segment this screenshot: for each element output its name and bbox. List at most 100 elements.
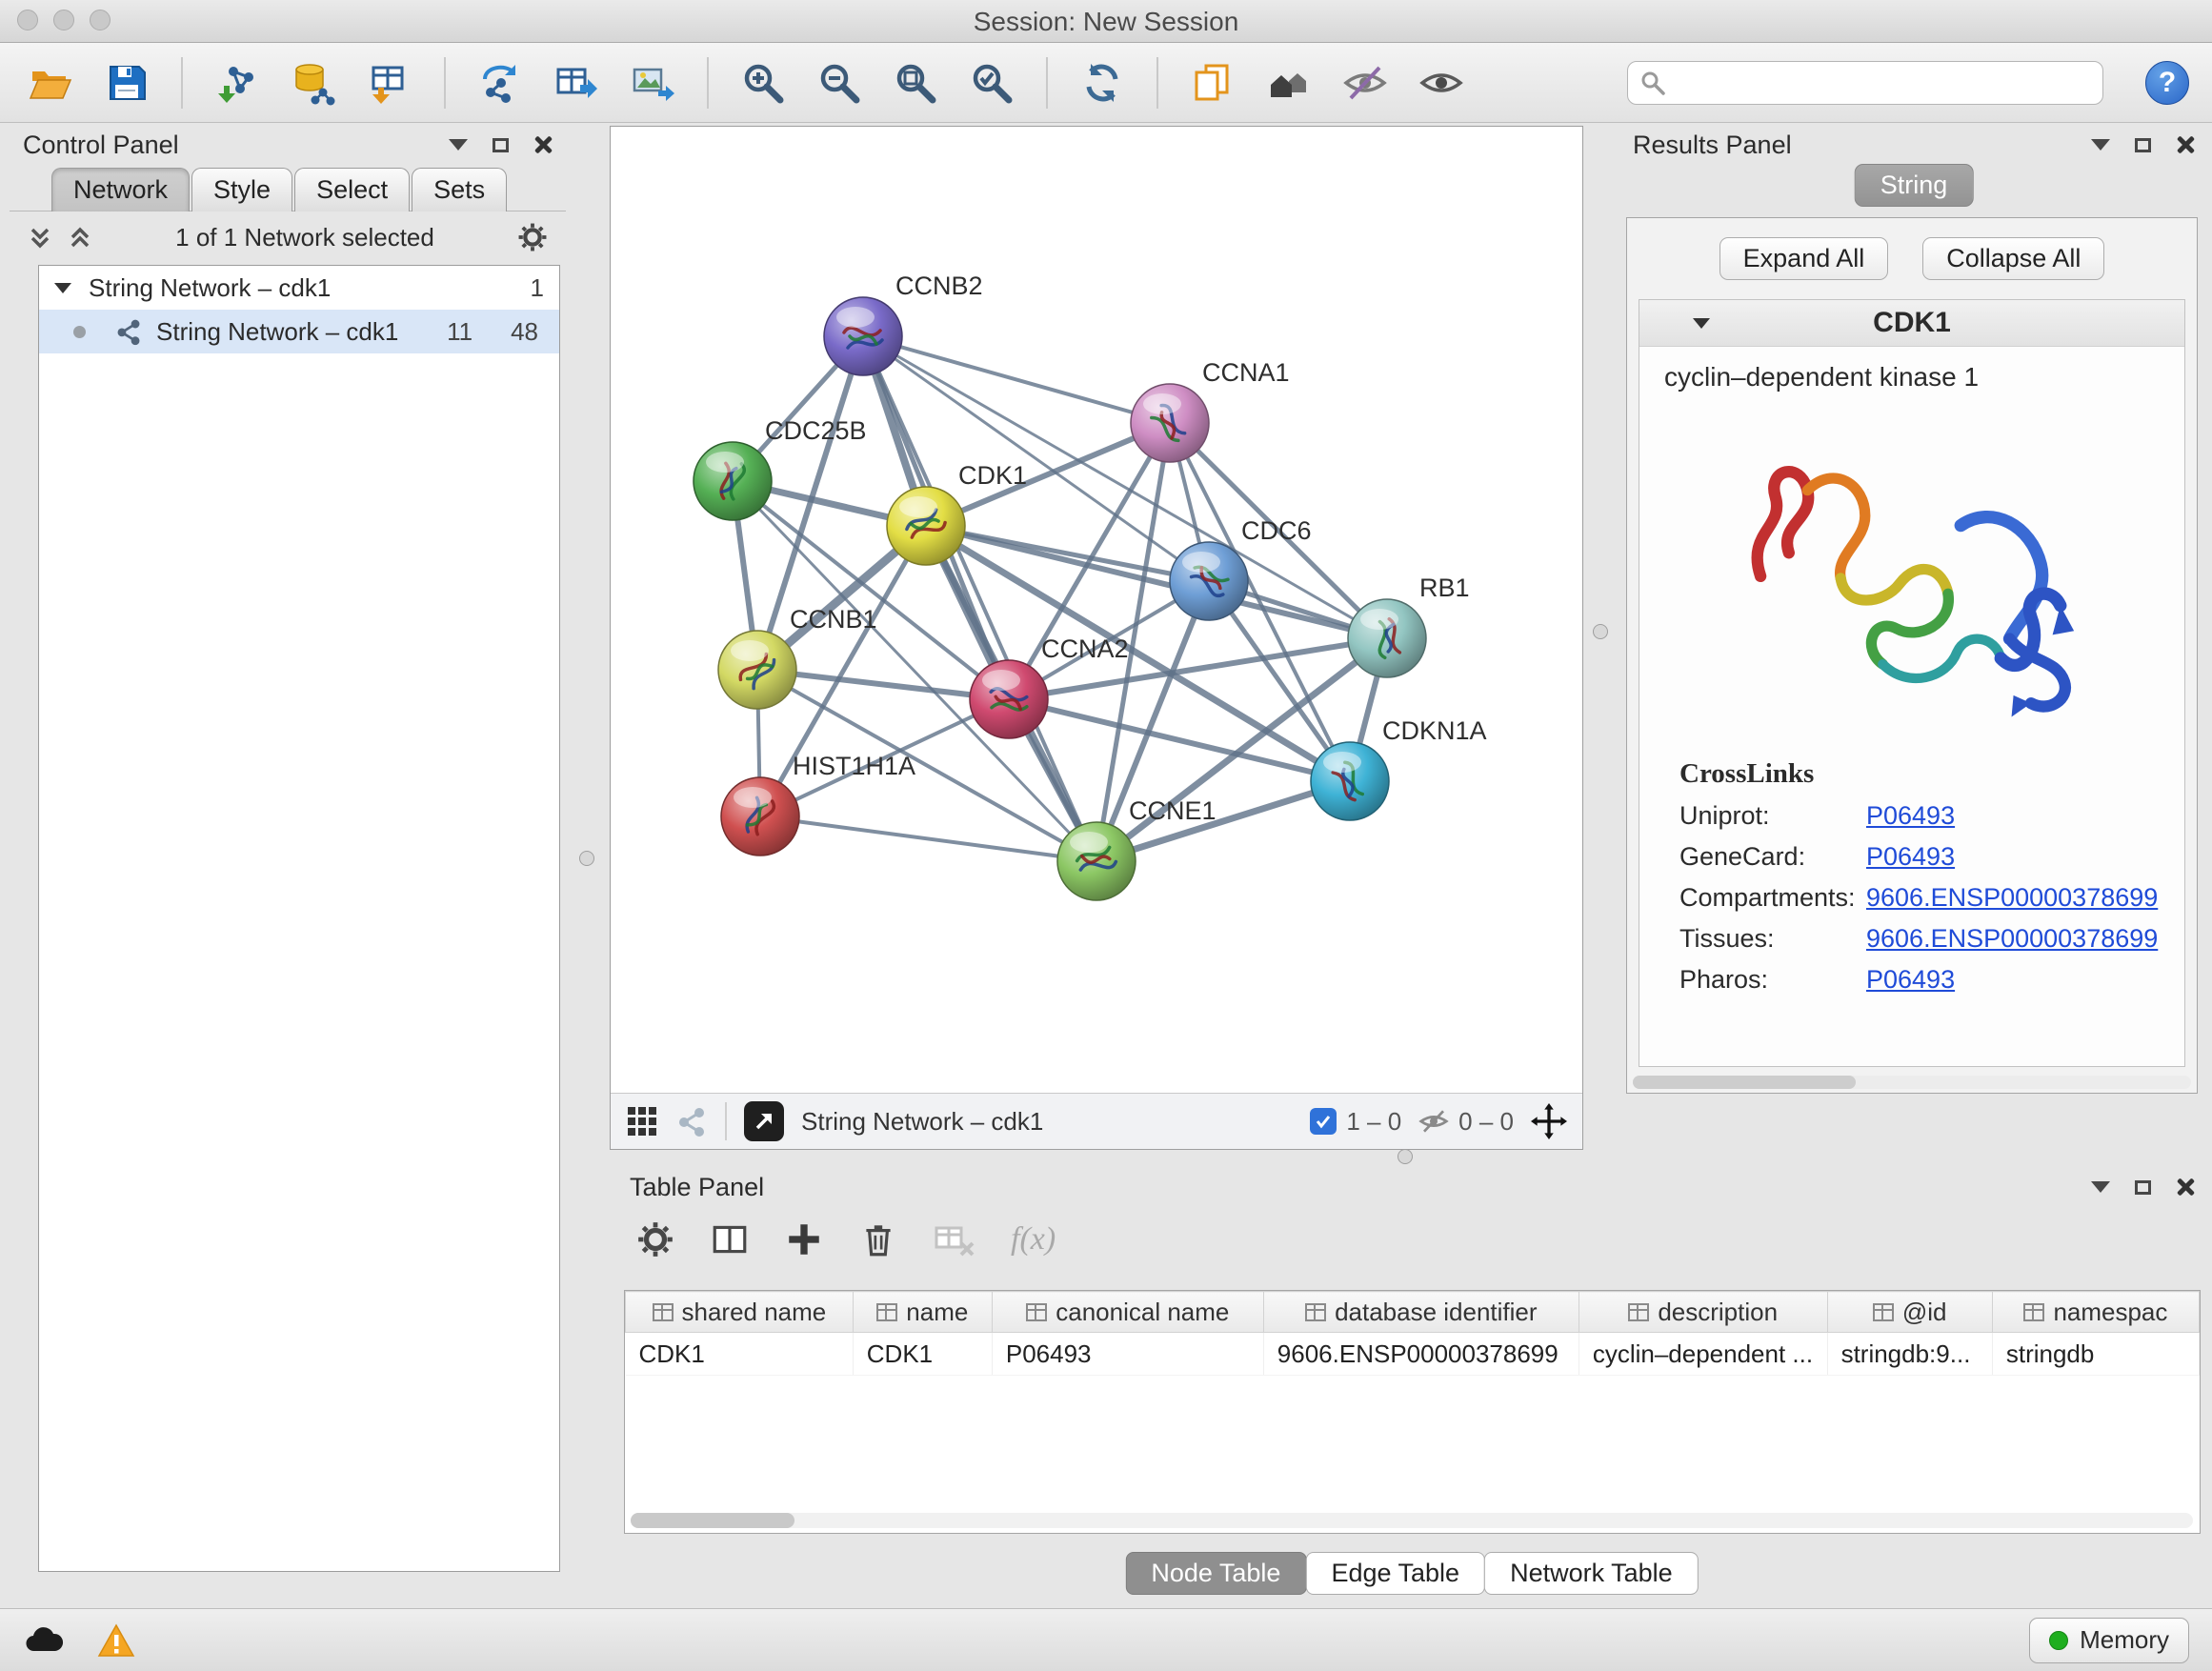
edge-table-tab[interactable]: Edge Table: [1305, 1552, 1485, 1595]
network-node-ccne1[interactable]: [1057, 822, 1136, 900]
import-table-button[interactable]: [362, 54, 417, 111]
node-label-cdc25b: CDC25B: [765, 416, 867, 445]
network-options-gear-icon[interactable]: [516, 221, 549, 253]
crosslink-link[interactable]: 9606.ENSP00000378699: [1866, 924, 2158, 954]
crosslink-link[interactable]: P06493: [1866, 965, 1955, 995]
tab-sets[interactable]: Sets: [412, 168, 507, 211]
warning-icon[interactable]: [97, 1623, 135, 1658]
hide-annotations-button[interactable]: [1337, 54, 1393, 111]
tab-select[interactable]: Select: [294, 168, 410, 211]
right-splitter-handle[interactable]: [1593, 624, 1608, 639]
expand-all-button[interactable]: Expand All: [1719, 237, 1889, 280]
network-node-hist1h1a[interactable]: [721, 777, 799, 856]
network-node-cdc6[interactable]: [1170, 542, 1248, 620]
cloud-status-icon[interactable]: [23, 1624, 65, 1657]
panel-close-icon[interactable]: [2176, 135, 2195, 154]
save-session-button[interactable]: [99, 54, 154, 111]
export-table-button[interactable]: [549, 54, 604, 111]
network-node-ccnb2[interactable]: [824, 297, 902, 375]
import-network-database-button[interactable]: [286, 54, 341, 111]
left-splitter-handle[interactable]: [579, 851, 594, 866]
collapse-all-icon[interactable]: [27, 224, 53, 251]
import-network-file-button[interactable]: [210, 54, 265, 111]
network-node-ccna2[interactable]: [970, 660, 1048, 738]
column-header-canonical-name[interactable]: canonical name: [992, 1292, 1263, 1333]
column-header-namespac[interactable]: namespac: [1992, 1292, 2199, 1333]
collapse-all-button[interactable]: Collapse All: [1922, 237, 2104, 280]
table-options-gear-icon[interactable]: [635, 1219, 675, 1259]
network-node-rb1[interactable]: [1348, 599, 1426, 677]
results-horizontal-scrollbar[interactable]: [1633, 1076, 2191, 1089]
node-label-rb1: RB1: [1419, 574, 1470, 602]
column-header-shared-name[interactable]: shared name: [626, 1292, 854, 1333]
open-session-button[interactable]: [23, 54, 78, 111]
search-input[interactable]: [1676, 67, 2091, 98]
network-collection-row[interactable]: String Network – cdk1 1: [39, 266, 559, 310]
crosslink-link[interactable]: P06493: [1866, 842, 1955, 872]
collection-disclosure-icon[interactable]: [54, 283, 71, 293]
share-view-icon[interactable]: [675, 1105, 708, 1137]
network-node-ccnb1[interactable]: [718, 631, 796, 709]
scrollbar-thumb[interactable]: [1633, 1076, 1856, 1089]
tab-network[interactable]: Network: [51, 168, 190, 211]
network-edge[interactable]: [760, 816, 1096, 861]
external-link-button[interactable]: [744, 1101, 784, 1141]
show-columns-icon[interactable]: [710, 1219, 750, 1259]
tab-style[interactable]: Style: [191, 168, 292, 211]
network-edge[interactable]: [863, 336, 1170, 423]
add-column-icon[interactable]: [784, 1219, 824, 1259]
gene-disclosure-icon[interactable]: [1693, 318, 1710, 329]
bottom-splitter-handle[interactable]: [1398, 1149, 1413, 1164]
column-header-description[interactable]: description: [1579, 1292, 1827, 1333]
new-network-button[interactable]: [473, 54, 528, 111]
apply-layout-button[interactable]: [1075, 54, 1130, 111]
crosslink-label: GeneCard:: [1679, 842, 1866, 872]
grid-view-icon[interactable]: [626, 1105, 658, 1137]
table-horizontal-scrollbar[interactable]: [631, 1513, 2193, 1528]
network-node-cdkn1a[interactable]: [1311, 742, 1389, 820]
delete-column-icon[interactable]: [858, 1219, 898, 1259]
export-image-button[interactable]: [625, 54, 680, 111]
panel-menu-icon[interactable]: [2091, 139, 2110, 151]
import-table-icon: [367, 60, 412, 106]
pan-crosshair-icon[interactable]: [1531, 1103, 1567, 1139]
gene-section-header[interactable]: CDK1: [1639, 300, 2184, 347]
string-tab[interactable]: String: [1855, 164, 1974, 207]
network-edge[interactable]: [863, 336, 1096, 861]
scrollbar-thumb[interactable]: [631, 1513, 794, 1528]
panel-float-icon[interactable]: [2135, 1180, 2151, 1195]
node-label-ccnb1: CCNB1: [790, 605, 877, 634]
zoom-selected-button[interactable]: [964, 54, 1019, 111]
network-node-cdk1[interactable]: [887, 487, 965, 565]
show-annotations-button[interactable]: [1414, 54, 1469, 111]
zoom-fit-button[interactable]: [888, 54, 943, 111]
panel-float-icon[interactable]: [493, 138, 509, 152]
crosslink-link[interactable]: 9606.ENSP00000378699: [1866, 883, 2158, 913]
memory-button[interactable]: Memory: [2029, 1618, 2189, 1663]
home-overview-button[interactable]: [1261, 54, 1317, 111]
column-header-name[interactable]: name: [853, 1292, 992, 1333]
network-edge[interactable]: [863, 336, 1387, 638]
zoom-in-button[interactable]: [735, 54, 791, 111]
zoom-out-button[interactable]: [812, 54, 867, 111]
network-node-ccna1[interactable]: [1131, 384, 1209, 462]
column-header--id[interactable]: @id: [1827, 1292, 1992, 1333]
column-header-database-identifier[interactable]: database identifier: [1263, 1292, 1579, 1333]
panel-close-icon[interactable]: [2176, 1178, 2195, 1197]
selected-checkbox-icon[interactable]: [1310, 1108, 1337, 1135]
gene-symbol: CDK1: [1639, 307, 2184, 339]
network-node-cdc25b[interactable]: [694, 442, 772, 520]
table-row[interactable]: CDK1CDK1P064939606.ENSP00000378699cyclin…: [626, 1333, 2200, 1376]
help-button[interactable]: ?: [2145, 61, 2189, 105]
copy-document-button[interactable]: [1185, 54, 1240, 111]
network-canvas[interactable]: CCNB2CCNA1CDC25BCDK1CDC6RB1CCNB1CCNA2CDK…: [611, 127, 1582, 1093]
panel-menu-icon[interactable]: [2091, 1181, 2110, 1193]
panel-menu-icon[interactable]: [449, 139, 468, 151]
network-row[interactable]: String Network – cdk1 11 48: [39, 310, 559, 353]
panel-close-icon[interactable]: [533, 135, 553, 154]
expand-all-icon[interactable]: [67, 224, 93, 251]
crosslink-link[interactable]: P06493: [1866, 801, 1955, 831]
node-table-tab[interactable]: Node Table: [1125, 1552, 1306, 1595]
network-table-tab[interactable]: Network Table: [1484, 1552, 1699, 1595]
panel-float-icon[interactable]: [2135, 138, 2151, 152]
